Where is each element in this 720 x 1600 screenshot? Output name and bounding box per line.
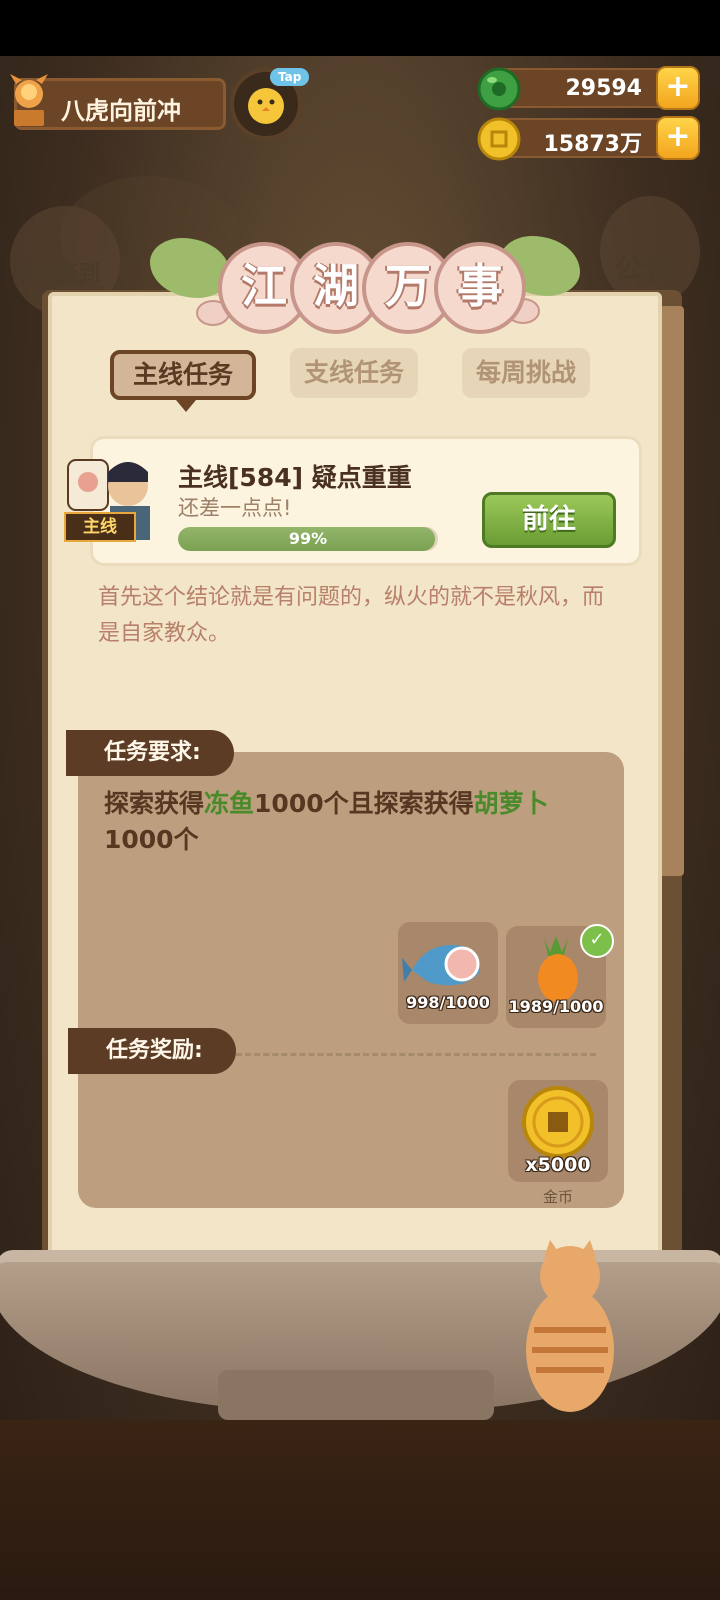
quest-subtitle: 还差一点点! — [178, 496, 292, 520]
gold-amount: 15873万 — [543, 132, 642, 157]
reward-name: 金币 — [542, 1188, 573, 1206]
divider — [236, 1053, 596, 1056]
tab-main-quest[interactable]: 主线任务 — [110, 350, 256, 400]
quest-title: 主线[584] 疑点重重 — [178, 463, 412, 492]
jade-amount: 29594 — [565, 76, 642, 101]
add-jade-button[interactable]: + — [656, 66, 700, 110]
reward-amount: x5000 — [525, 1154, 591, 1176]
jade-icon — [477, 67, 521, 111]
notice-label[interactable]: 公告 — [614, 244, 674, 288]
go-button[interactable]: 前往 — [482, 492, 616, 548]
req-text-part: 1000个且探索获得 — [254, 789, 474, 818]
check-icon: ✓ — [580, 924, 614, 958]
trophy-icon — [10, 74, 48, 126]
cat-icon — [526, 1240, 614, 1412]
requirements-header: 任务要求: — [66, 730, 234, 776]
sign-in-label[interactable]: 限时签到 — [12, 256, 100, 288]
requirements-text: 探索获得冻鱼1000个且探索获得胡萝卜 1000个 — [104, 786, 604, 858]
reward-slot-gold[interactable]: x5000 — [508, 1080, 608, 1182]
quest-description: 首先这个结论就是有问题的，纵火的就不是秋风，而是自家教众。 — [98, 585, 605, 646]
food-counter-decor — [0, 1420, 720, 1600]
player-name: 八虎向前冲 — [61, 97, 181, 125]
req-text-part: 1000个 — [104, 825, 199, 854]
bowl-foot — [218, 1370, 494, 1420]
panel-title-char: 事 — [434, 242, 526, 334]
status-bar — [0, 0, 720, 56]
quest-type-tag: 主线 — [64, 512, 136, 542]
item-count: 998/1000 — [406, 993, 490, 1012]
scroll-rod — [660, 306, 684, 876]
fish-icon — [402, 945, 481, 986]
active-tab-pointer — [176, 400, 196, 412]
item-count: 1989/1000 — [508, 997, 604, 1016]
tab-side-quest[interactable]: 支线任务 — [290, 348, 418, 398]
quest-progress-label: 99% — [288, 529, 328, 548]
req-item-carrot: 胡萝卜 — [473, 789, 549, 818]
jade-counter: 29594 + — [477, 66, 700, 111]
rewards-header: 任务奖励: — [68, 1028, 236, 1074]
gold-coin-icon — [477, 117, 521, 161]
item-slot-frozen-fish[interactable]: 998/1000 — [398, 922, 498, 1024]
tap-badge[interactable]: Tap — [270, 68, 310, 86]
req-item-frozen-fish: 冻鱼 — [204, 789, 255, 818]
add-gold-button[interactable]: + — [656, 116, 700, 160]
req-text-part: 探索获得 — [104, 789, 205, 818]
tab-weekly-challenge[interactable]: 每周挑战 — [462, 348, 590, 398]
gold-counter: 15873万 + — [477, 116, 700, 161]
